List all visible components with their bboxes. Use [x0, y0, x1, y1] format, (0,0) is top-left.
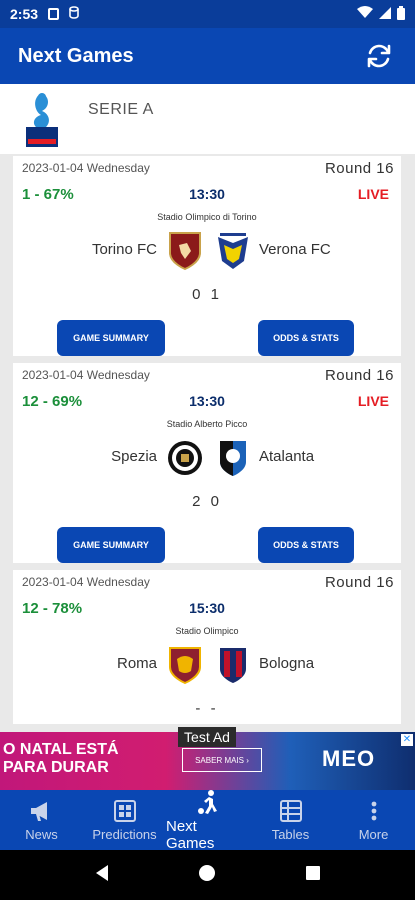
nav-news-label: News — [25, 827, 58, 842]
bologna-crest-icon — [220, 648, 246, 683]
ad-headline-line1: O NATAL ESTÁ — [3, 741, 119, 758]
battery-icon — [397, 5, 405, 23]
game-summary-button[interactable]: GAME SUMMARY — [57, 320, 165, 356]
nav-next-games-label: Next Games — [166, 817, 215, 852]
refresh-button[interactable] — [361, 38, 397, 74]
verona-crest-icon — [218, 233, 248, 269]
game-card[interactable]: 2023-01-04 Wednesday Round 16 1 - 67% 13… — [13, 156, 401, 356]
signal-icon — [379, 6, 391, 22]
soccer-player-icon — [195, 789, 221, 815]
away-team-name: Verona FC — [259, 241, 331, 258]
game-round: Round 16 — [324, 574, 394, 591]
ad-close-icon[interactable]: ✕ — [401, 734, 413, 746]
test-ad-label: Test Ad — [178, 727, 236, 747]
megaphone-icon — [29, 798, 55, 824]
table-icon — [278, 798, 304, 824]
game-score: 2 0 — [192, 493, 222, 510]
torino-crest-icon — [169, 232, 201, 271]
nav-news[interactable]: News — [0, 790, 83, 850]
app-bar: Next Games — [0, 28, 415, 84]
grid-icon — [112, 798, 138, 824]
game-date: 2023-01-04 Wednesday — [22, 368, 150, 382]
status-bar: 2:53 — [0, 0, 415, 28]
system-navigation-bar — [0, 850, 415, 900]
nav-more[interactable]: More — [332, 790, 415, 850]
league-header[interactable]: SERIE A — [0, 84, 415, 154]
game-odds: 12 - 78% — [22, 600, 83, 617]
nav-next-games[interactable]: Next Games — [166, 789, 249, 852]
game-date: 2023-01-04 Wednesday — [22, 161, 150, 175]
ad-cta-button[interactable]: SABER MAIS › — [182, 748, 262, 772]
game-date: 2023-01-04 Wednesday — [22, 575, 150, 589]
game-stadium: Stadio Olimpico — [175, 626, 239, 636]
game-stadium: Stadio Alberto Picco — [166, 419, 248, 429]
home-team-name: Spezia — [111, 448, 157, 465]
ad-brand-logo: MEO — [322, 746, 376, 771]
live-badge: LIVE — [357, 186, 389, 202]
nav-predictions-label: Predictions — [92, 827, 157, 842]
game-round: Round 16 — [324, 367, 394, 384]
spezia-crest-icon — [168, 441, 202, 475]
serie-a-logo — [26, 93, 58, 147]
game-card[interactable]: 2023-01-04 Wednesday Round 16 12 - 69% 1… — [13, 363, 401, 563]
status-time: 2:53 — [10, 6, 39, 22]
page-title: Next Games — [18, 44, 134, 67]
sim-icon — [48, 8, 60, 20]
game-score: 0 1 — [192, 286, 222, 303]
more-vertical-icon — [361, 798, 387, 824]
home-icon[interactable] — [198, 864, 216, 887]
home-team-name: Roma — [116, 655, 157, 672]
back-icon[interactable] — [94, 864, 110, 887]
storage-icon — [69, 6, 79, 22]
odds-stats-button[interactable]: ODDS & STATS — [258, 527, 354, 563]
game-round: Round 16 — [324, 160, 394, 177]
nav-more-label: More — [358, 827, 389, 842]
away-team-name: Atalanta — [259, 448, 315, 465]
game-summary-button[interactable]: GAME SUMMARY — [57, 527, 165, 563]
away-team-name: Bologna — [259, 655, 315, 672]
nav-predictions[interactable]: Predictions — [83, 790, 166, 850]
game-stadium: Stadio Olimpico di Torino — [157, 212, 257, 222]
bottom-navigation: News Predictions Next Games Tables More — [0, 789, 415, 852]
refresh-icon — [367, 44, 391, 68]
wifi-icon — [357, 6, 373, 22]
nav-tables[interactable]: Tables — [249, 790, 332, 850]
odds-stats-button[interactable]: ODDS & STATS — [258, 320, 354, 356]
game-card[interactable]: 2023-01-04 Wednesday Round 16 12 - 78% 1… — [13, 570, 401, 724]
ad-headline: O NATAL ESTÁ PARA DURAR — [3, 741, 119, 777]
home-team-name: Torino FC — [91, 241, 157, 258]
nav-tables-label: Tables — [271, 827, 310, 842]
roma-crest-icon — [169, 647, 201, 685]
game-score: - - — [195, 700, 219, 717]
atalanta-crest-icon — [220, 441, 246, 476]
game-odds: 1 - 67% — [22, 186, 74, 203]
game-odds: 12 - 69% — [22, 393, 83, 410]
recents-icon[interactable] — [305, 865, 321, 886]
league-name: SERIE A — [88, 101, 154, 118]
live-badge: LIVE — [357, 393, 389, 409]
ad-headline-line2: PARA DURAR — [3, 759, 109, 776]
